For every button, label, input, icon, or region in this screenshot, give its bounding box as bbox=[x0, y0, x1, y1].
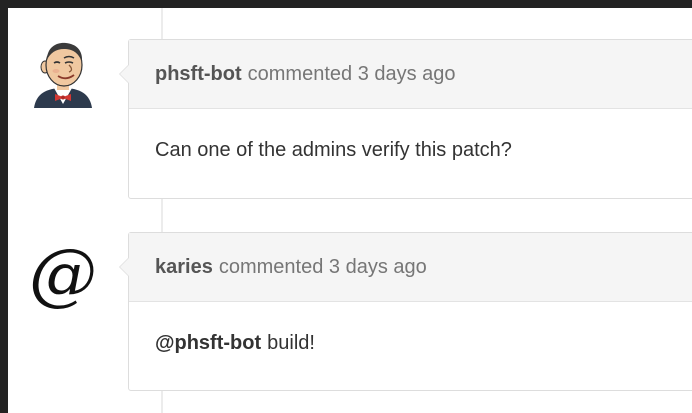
comment-timestamp[interactable]: commented 3 days ago bbox=[219, 256, 427, 279]
comment-text: build! bbox=[267, 332, 315, 354]
user-mention-link[interactable]: @phsft-bot bbox=[155, 332, 261, 354]
comment-card: phsft-bot commented 3 days ago Can one o… bbox=[119, 39, 692, 199]
comment-body: @phsft-bot build! bbox=[129, 302, 692, 355]
comment-timestamp[interactable]: commented 3 days ago bbox=[248, 63, 456, 86]
comment-author-link[interactable]: phsft-bot bbox=[155, 63, 242, 86]
comment-header: karies commented 3 days ago bbox=[129, 233, 692, 302]
comment-card: karies commented 3 days ago @phsft-bot bu… bbox=[119, 232, 692, 391]
avatar-at-sign[interactable]: @ bbox=[28, 240, 98, 310]
avatar-jenkins[interactable] bbox=[28, 38, 98, 108]
comment-timeline: phsft-bot commented 3 days ago Can one o… bbox=[8, 8, 692, 413]
comment-author-link[interactable]: karies bbox=[155, 256, 213, 279]
comment-header: phsft-bot commented 3 days ago bbox=[129, 40, 692, 109]
comment-pointer bbox=[119, 64, 129, 84]
at-sign-icon: @ bbox=[29, 235, 97, 314]
comment-text: Can one of the admins verify this patch? bbox=[155, 139, 512, 161]
jenkins-butler-icon bbox=[34, 42, 92, 108]
comment-pointer bbox=[119, 257, 129, 277]
comment-body: Can one of the admins verify this patch? bbox=[129, 109, 692, 162]
